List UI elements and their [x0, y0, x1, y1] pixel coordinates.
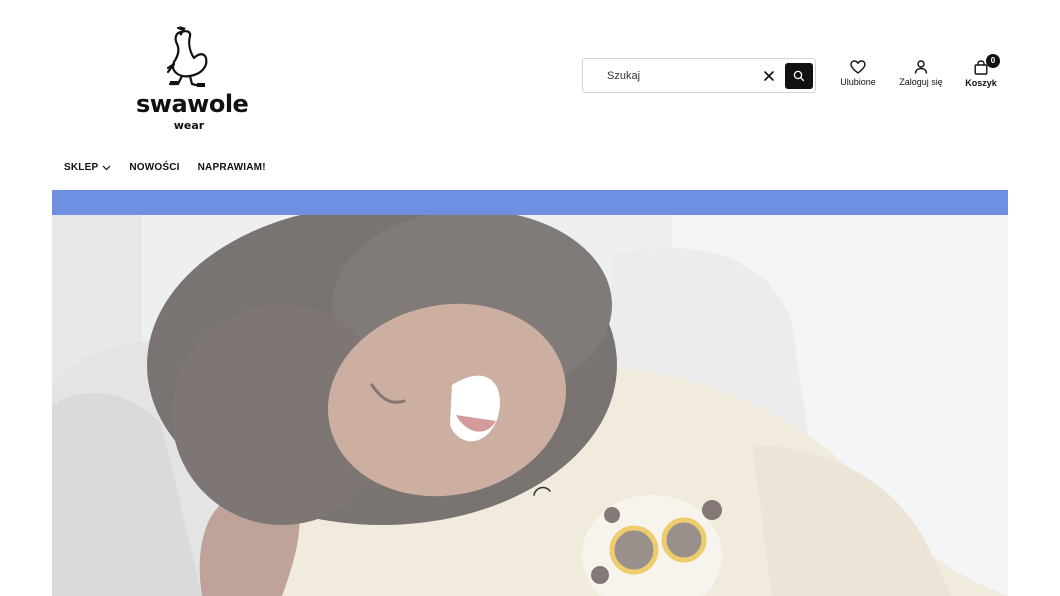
search-icon — [793, 70, 805, 82]
nav-item-sklep[interactable]: SKLEP — [64, 162, 111, 173]
logo-sub-text: wear — [173, 119, 205, 132]
logo-brand-text: swawole — [136, 90, 249, 118]
user-icon — [914, 60, 928, 74]
chevron-down-icon — [102, 165, 111, 170]
login-link[interactable]: Zaloguj się — [896, 60, 946, 87]
main-nav: SKLEP NOWOŚCI NAPRAWIAM! — [64, 162, 266, 173]
site-logo[interactable]: swawole wear — [136, 24, 249, 134]
hero-banner[interactable] — [52, 215, 1008, 596]
hero-overlay — [52, 215, 1008, 596]
nav-item-label: SKLEP — [64, 162, 99, 173]
nav-item-label: NOWOŚCI — [129, 162, 180, 173]
cart-link[interactable]: 0 Koszyk — [962, 54, 1000, 88]
cart-count-badge: 0 — [986, 54, 1000, 68]
close-icon[interactable] — [761, 68, 777, 84]
promo-bar — [52, 190, 1008, 215]
login-label: Zaloguj się — [899, 77, 943, 87]
cart-label: Koszyk — [965, 78, 997, 88]
nav-item-nowosci[interactable]: NOWOŚCI — [129, 162, 179, 173]
search-input[interactable] — [595, 65, 755, 87]
nav-item-naprawiam[interactable]: NAPRAWIAM! — [198, 162, 266, 173]
goose-logo-icon — [166, 26, 208, 88]
search-box — [582, 58, 816, 93]
heart-icon — [850, 60, 866, 74]
search-button[interactable] — [785, 63, 813, 89]
loading-spinner-icon — [533, 486, 551, 496]
favorites-label: Ulubione — [840, 77, 876, 87]
favorites-link[interactable]: Ulubione — [836, 60, 880, 87]
nav-item-label: NAPRAWIAM! — [197, 162, 266, 173]
